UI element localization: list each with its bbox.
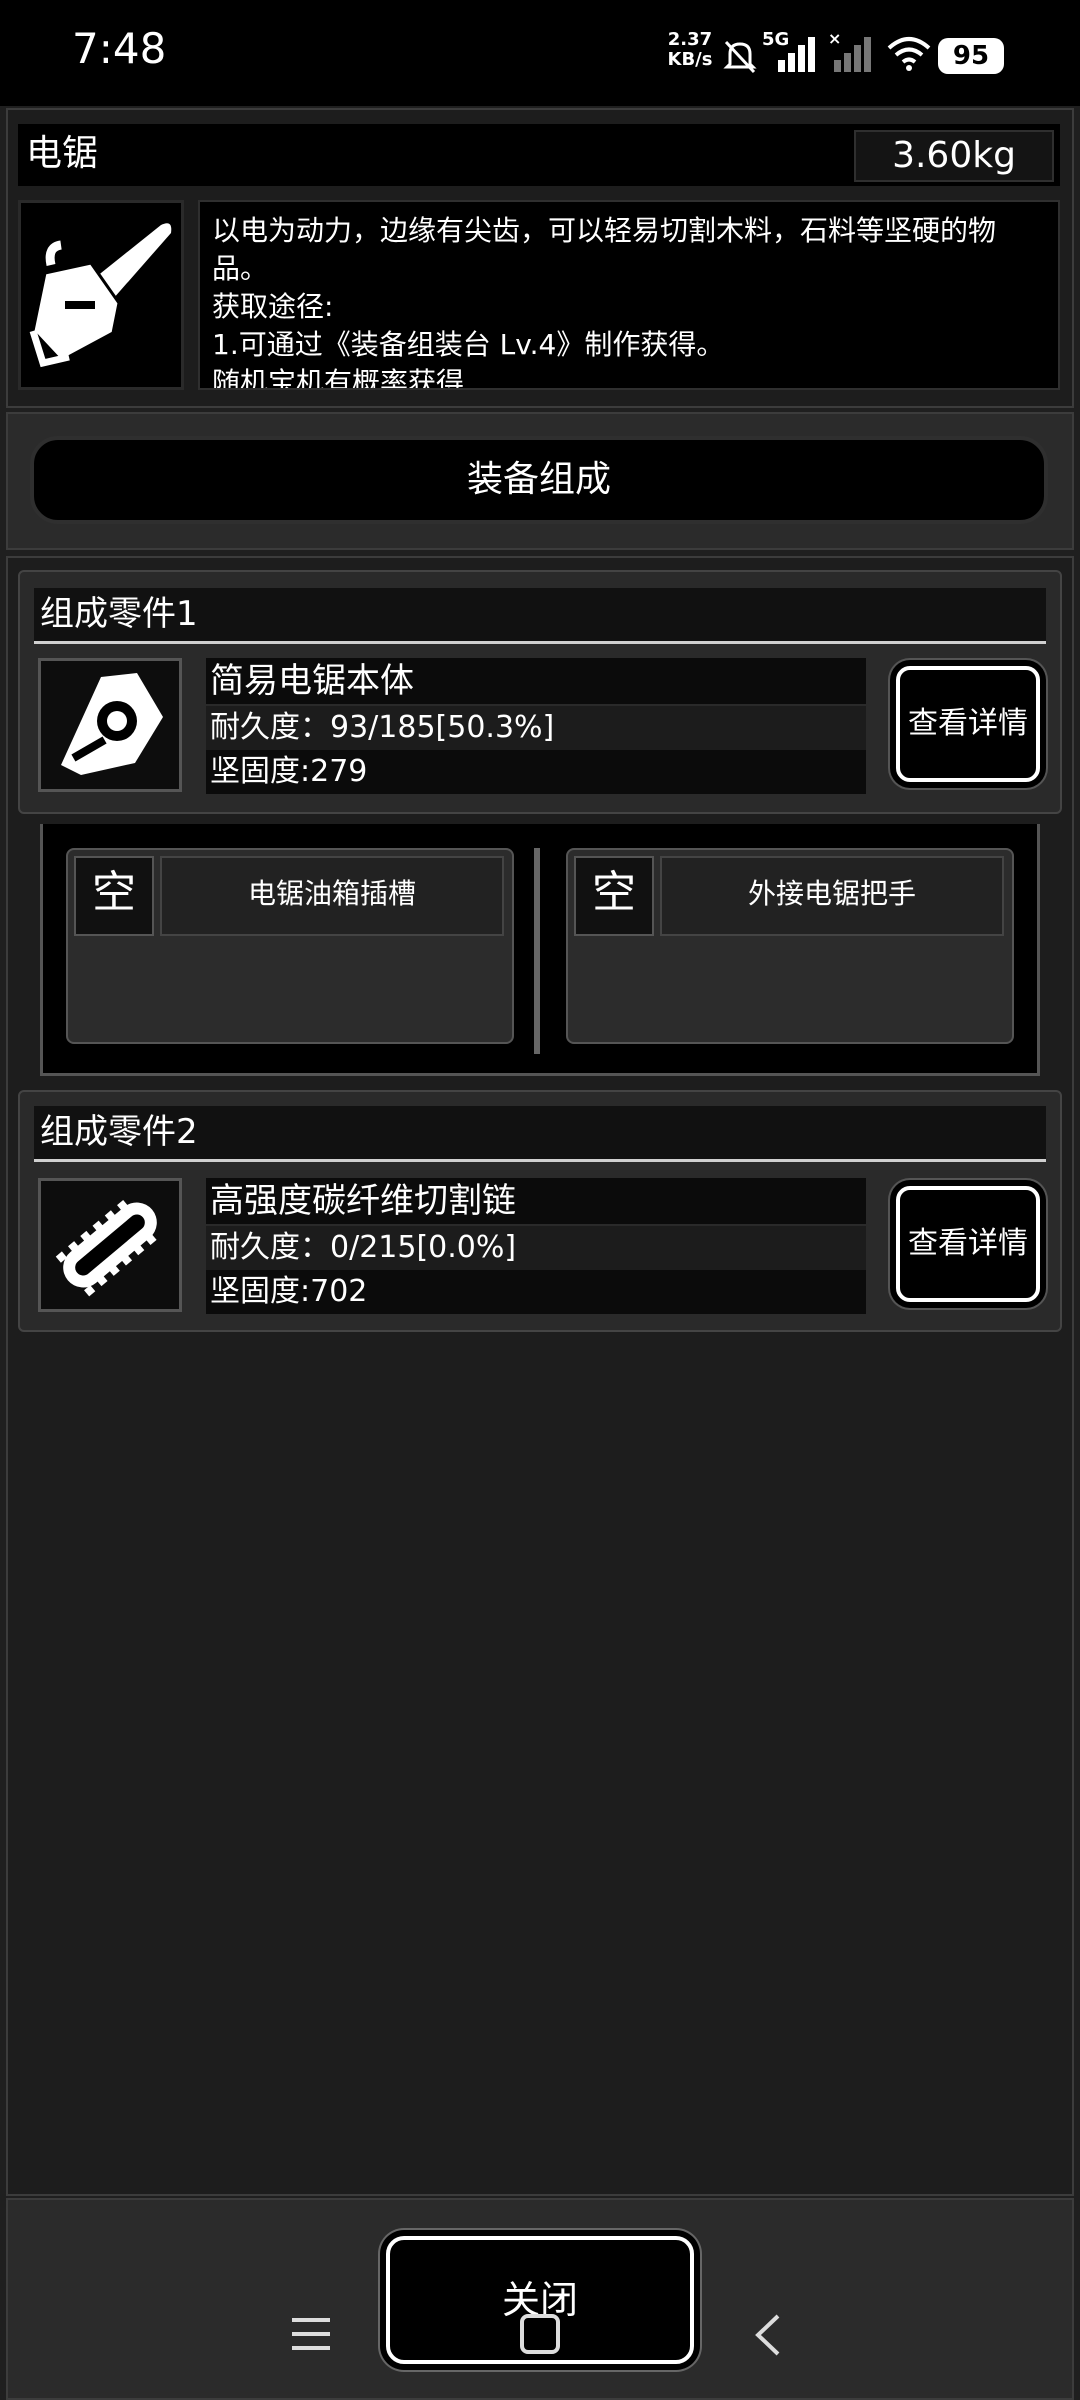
svg-text:×: × [828,30,841,48]
chainsaw-body-icon [61,673,163,775]
slot-label-2[interactable]: 外接电锯把手 [660,856,1004,936]
part-name-2: 高强度碳纤维切割链 [206,1178,866,1224]
chainsaw-icon [29,223,172,368]
back-icon[interactable] [750,2312,786,2358]
slot-label-1[interactable]: 电锯油箱插槽 [160,856,504,936]
description-line: 以电为动力，边缘有尖齿，可以轻易切割木料，石料等坚硬的物品。 [212,214,997,285]
description-line: 1.可通过《装备组装台 Lv.4》制作获得。 [212,328,725,361]
bell-muted-icon [723,40,757,74]
signal-icon [778,37,815,72]
home-icon[interactable] [518,2312,562,2356]
item-description[interactable]: 以电为动力，边缘有尖齿，可以轻易切割木料，石料等坚硬的物品。 获取途径: 1.可… [198,200,1060,390]
clock: 7:48 [72,24,167,73]
net-speed-unit: KB/s [667,49,713,70]
item-name: 电锯 [26,133,99,174]
part-hardness-1: 坚固度:279 [206,750,866,794]
slot-state-2: 空 [574,856,654,936]
item-image [18,200,184,390]
view-details-button-1[interactable]: 查看详情 [896,666,1040,782]
signal-no-sim-icon: × [828,30,871,72]
net-speed: 2.37 KB/s [660,30,720,70]
description-line: 随机宝机有概率获得 [212,366,465,390]
slot-divider [534,848,540,1054]
item-weight: 3.60kg [854,130,1054,182]
description-line: 获取途径: [212,290,334,323]
part-durability-1: 耐久度：93/185[50.3%] [206,706,866,750]
part-name-1: 简易电锯本体 [206,658,866,704]
view-details-button-2[interactable]: 查看详情 [896,1186,1040,1302]
part-hardness-2: 坚固度:702 [206,1270,866,1314]
wifi-icon [887,37,931,71]
part-header-2: 组成零件2 [34,1106,1046,1162]
part-header-1: 组成零件1 [34,588,1046,644]
menu-icon[interactable] [290,2314,332,2354]
part-icon-1 [38,658,182,792]
chainsaw-chain-icon [55,1200,157,1297]
battery-level: 95 [938,38,1004,74]
part-durability-2: 耐久度：0/215[0.0%] [206,1226,866,1270]
assemble-button[interactable]: 装备组成 [30,436,1048,524]
slot-state-1: 空 [74,856,154,936]
net-speed-value: 2.37 [667,29,713,50]
part-icon-2 [38,1178,182,1312]
